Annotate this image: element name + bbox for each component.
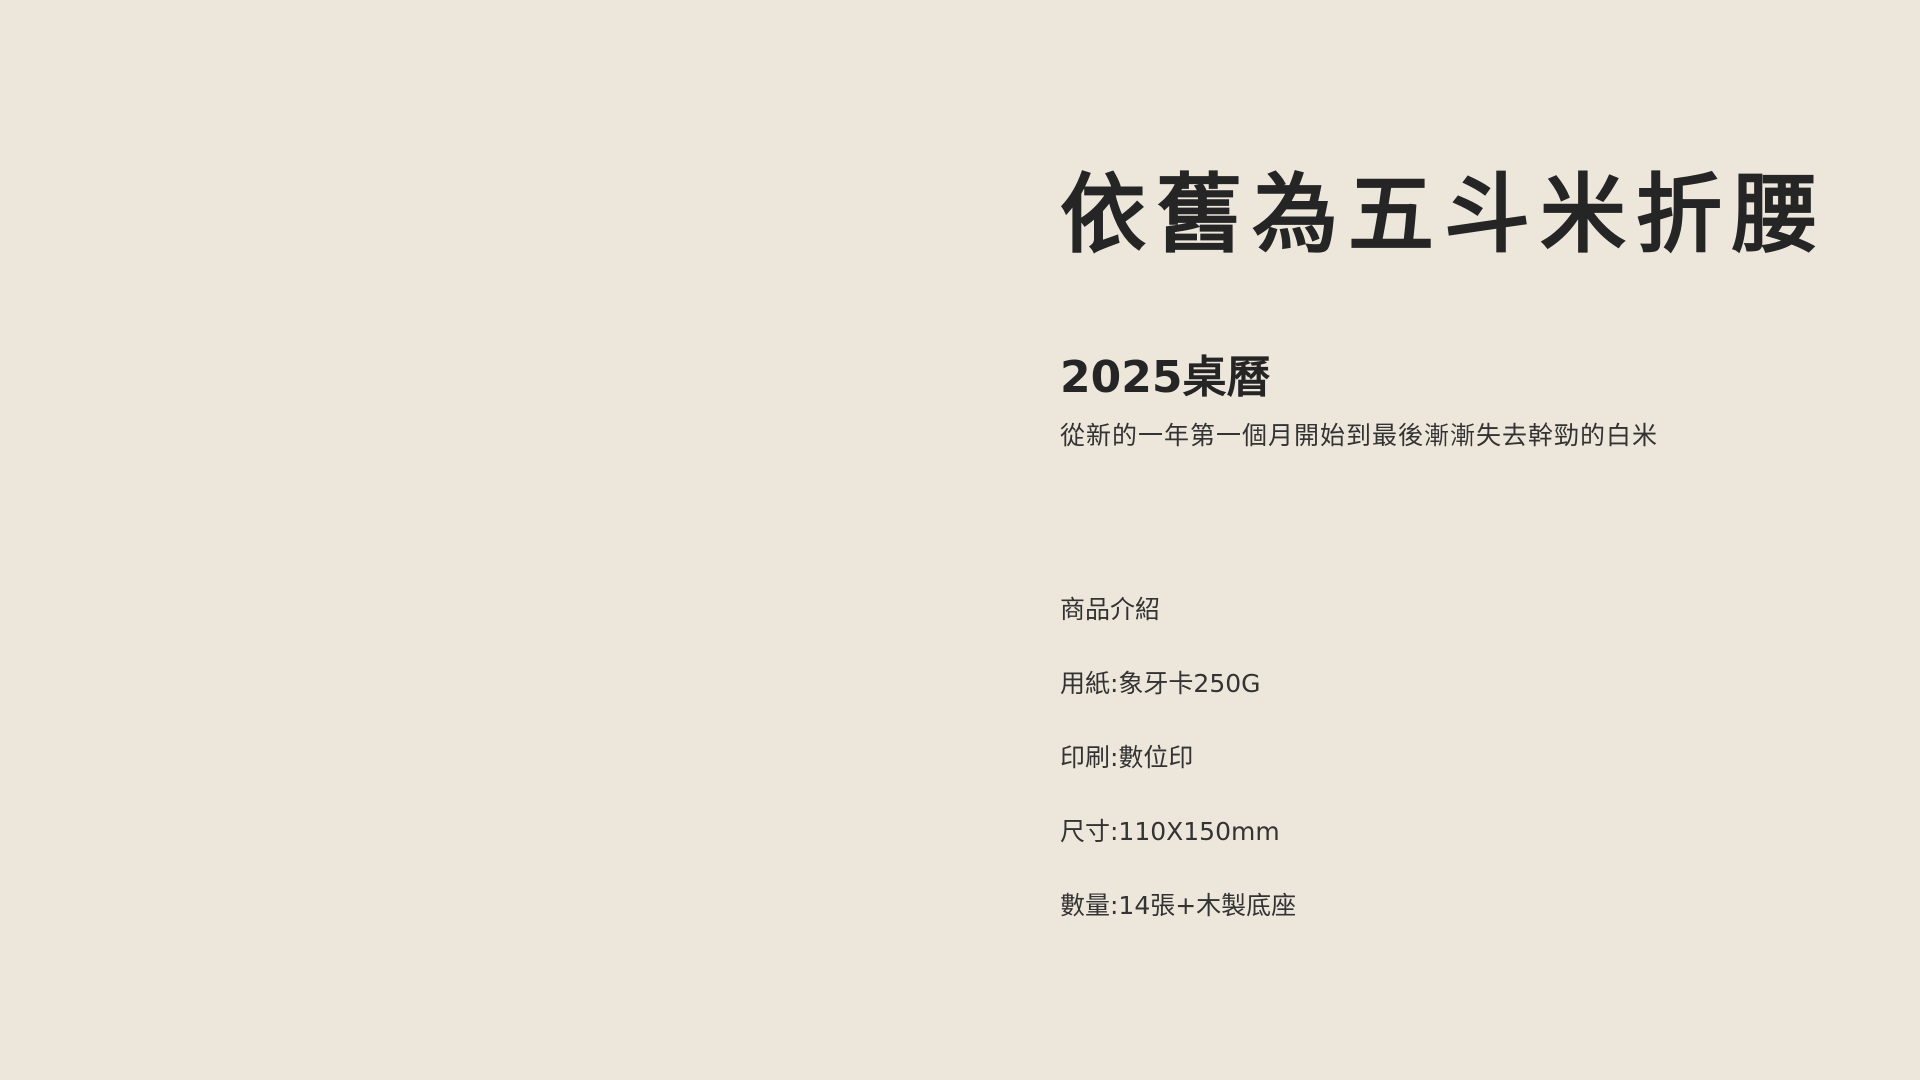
product-specs: 商品介紹 用紙:象牙卡250G 印刷:數位印 尺寸:110X150mm 數量:1… [1060, 592, 1880, 962]
page-title: 依舊為五斗米折腰 [1060, 165, 1828, 265]
product-tagline: 從新的一年第一個月開始到最後漸漸失去幹勁的白米 [1060, 421, 1659, 450]
product-subtitle: 2025桌曆 [1060, 352, 1271, 403]
specs-heading: 商品介紹 [1060, 595, 1161, 624]
spec-quantity: 數量:14張+木製底座 [1060, 891, 1297, 920]
product-info-panel: 依舊為五斗米折腰 2025桌曆 從新的一年第一個月開始到最後漸漸失去幹勁的白米 … [1060, 160, 1880, 962]
spec-paper: 用紙:象牙卡250G [1060, 669, 1261, 698]
spec-printing: 印刷:數位印 [1060, 743, 1194, 772]
spec-size: 尺寸:110X150mm [1060, 817, 1280, 846]
